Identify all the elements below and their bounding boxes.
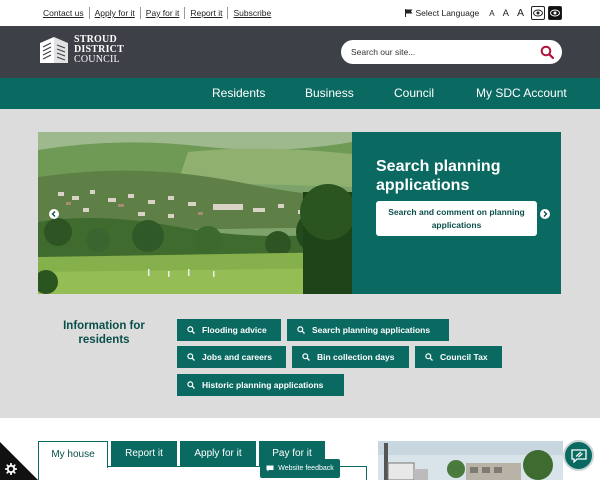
nav-business[interactable]: Business	[305, 78, 354, 109]
search-icon	[187, 353, 195, 361]
tab-report-it[interactable]: Report it	[111, 441, 177, 466]
search-icon	[425, 353, 433, 361]
hero-landscape-image	[38, 132, 352, 294]
historic-planning-button[interactable]: Historic planning applications	[177, 374, 344, 396]
report-it-link[interactable]: Report it	[184, 7, 227, 19]
pay-for-it-link[interactable]: Pay for it	[139, 7, 185, 19]
accessibility-tools: Select Language A A A	[405, 6, 562, 20]
jobs-careers-button[interactable]: Jobs and careers	[177, 346, 286, 368]
button-label: Bin collection days	[317, 352, 395, 362]
flag-icon	[405, 9, 413, 17]
nav-council[interactable]: Council	[394, 78, 434, 109]
search-icon[interactable]	[540, 45, 554, 59]
search-icon	[187, 381, 195, 389]
button-label: Flooding advice	[202, 325, 267, 335]
carousel-prev-button[interactable]	[49, 209, 59, 219]
font-size-large[interactable]: A	[517, 7, 524, 19]
chat-button[interactable]	[563, 440, 594, 471]
hero-carousel: Search planning applications Search and …	[38, 132, 561, 294]
font-size-small[interactable]: A	[489, 9, 494, 18]
council-tax-button[interactable]: Council Tax	[415, 346, 502, 368]
hero-title: Search planning applications	[376, 158, 501, 194]
nav-my-sdc-account[interactable]: My SDC Account	[476, 78, 567, 109]
button-label: Historic planning applications	[202, 380, 324, 390]
apply-for-it-link[interactable]: Apply for it	[88, 7, 140, 19]
font-size-medium[interactable]: A	[503, 8, 509, 19]
website-feedback-button[interactable]: Website feedback	[260, 459, 340, 478]
contact-us-link[interactable]: Contact us	[38, 7, 89, 19]
site-header: STROUD DISTRICT COUNCIL	[0, 26, 600, 78]
bin-collection-button[interactable]: Bin collection days	[292, 346, 409, 368]
tab-apply-for-it[interactable]: Apply for it	[180, 441, 256, 466]
nav-residents[interactable]: Residents	[212, 78, 265, 109]
site-search	[341, 40, 562, 64]
chevron-left-icon	[51, 211, 56, 217]
top-links: Contact us Apply for it Pay for it Repor…	[38, 7, 276, 19]
eye-icon	[533, 9, 543, 17]
button-label: Jobs and careers	[202, 352, 272, 362]
search-planning-link-button[interactable]: Search planning applications	[287, 319, 449, 341]
button-label: Search planning applications	[312, 325, 431, 335]
select-language[interactable]: Select Language	[415, 8, 479, 18]
logo-text: STROUD DISTRICT COUNCIL	[74, 35, 124, 65]
info-residents-title: Information for residents	[63, 320, 145, 346]
search-input[interactable]	[341, 47, 531, 57]
logo-line: COUNCIL	[74, 54, 120, 65]
town-street-image	[378, 441, 563, 480]
eye-icon	[550, 9, 560, 17]
council-logo[interactable]: STROUD DISTRICT COUNCIL	[38, 35, 124, 65]
flooding-advice-button[interactable]: Flooding advice	[177, 319, 281, 341]
feedback-label: Website feedback	[278, 465, 334, 472]
tab-my-house[interactable]: My house	[38, 441, 108, 468]
council-logo-mark	[40, 37, 68, 63]
subscribe-link[interactable]: Subscribe	[227, 7, 276, 19]
contrast-high-button[interactable]	[548, 6, 562, 20]
contrast-normal-button[interactable]	[531, 6, 545, 20]
speech-bubble-icon	[266, 465, 274, 472]
chevron-right-icon	[543, 211, 548, 217]
search-icon	[297, 326, 305, 334]
chat-icon	[570, 448, 587, 463]
search-icon	[187, 326, 195, 334]
gear-icon[interactable]	[5, 463, 17, 475]
main-nav: Residents Business Council My SDC Accoun…	[0, 78, 600, 109]
search-planning-button[interactable]: Search and comment on planning applicati…	[376, 201, 537, 236]
utility-bar: Contact us Apply for it Pay for it Repor…	[0, 0, 600, 26]
carousel-next-button[interactable]	[540, 209, 550, 219]
button-label: Council Tax	[440, 352, 488, 362]
search-icon	[302, 353, 310, 361]
hero-feature-panel: Search planning applications Search and …	[352, 132, 561, 294]
